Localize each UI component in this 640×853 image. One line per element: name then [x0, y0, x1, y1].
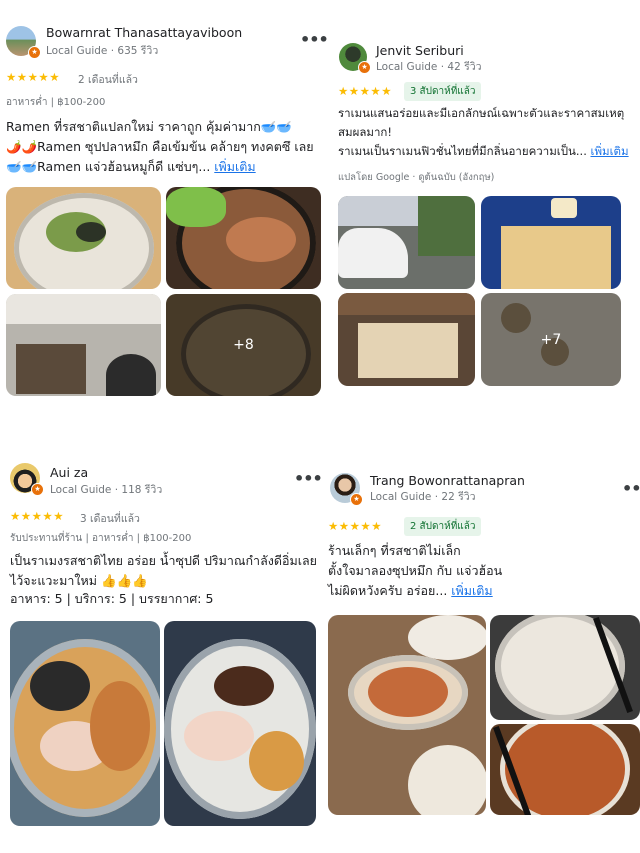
sub-ratings: อาหาร: 5 | บริการ: 5 | บรรยากาศ: 5	[10, 591, 214, 606]
review-photo[interactable]	[338, 196, 475, 289]
reviewer-name[interactable]: Bowarnrat Thanasattayaviboon	[46, 25, 242, 40]
review-text: Ramen ที่รสชาติแปลกใหม่ ราคาถูก คุ้มค่าม…	[6, 117, 314, 177]
review-meta: อาหารค่ำ | ฿100-200	[6, 97, 106, 108]
rating-stars: ★★★★★	[6, 70, 61, 84]
review-date: 2 เดือนที่แล้ว	[78, 74, 138, 86]
reviewer-stats: Local Guide · 42 รีวิว	[376, 61, 482, 73]
review-line: ราเมนแสนอร่อยและมีเอกลักษณ์เฉพาะตัวและรา…	[338, 106, 625, 120]
more-options-icon[interactable]: •••	[622, 479, 640, 498]
local-guide-icon: ★	[31, 483, 44, 496]
read-more-link[interactable]: เพิ่มเติม	[591, 144, 629, 158]
rating-stars: ★★★★★	[338, 84, 393, 98]
review-photo[interactable]	[6, 294, 161, 396]
review-card-bowarnrat: ★ Bowarnrat Thanasattayaviboon Local Gui…	[0, 18, 330, 408]
local-guide-icon: ★	[28, 46, 41, 59]
review-photo[interactable]	[338, 293, 475, 386]
review-photo[interactable]	[490, 724, 640, 815]
more-photos-count: +7	[481, 293, 621, 386]
review-date-badge: 2 สัปดาห์ที่แล้ว	[404, 517, 482, 536]
more-options-icon[interactable]: •••	[300, 30, 329, 49]
reviewer-name[interactable]: Aui za	[50, 465, 88, 480]
review-text: ร้านเล็กๆ ที่รสชาติไม่เล็ก ตั้งใจมาลองซุ…	[328, 541, 502, 601]
review-line: 🥣🥣Ramen แจ่วฮ้อนหมูก็ดี แซ่บๆ...	[6, 159, 211, 174]
review-line: Ramen ที่รสชาติแปลกใหม่ ราคาถูก คุ้มค่าม…	[6, 119, 292, 134]
read-more-link[interactable]: เพิ่มเติม	[214, 159, 255, 174]
review-photo[interactable]	[166, 187, 321, 289]
review-text: ราเมนแสนอร่อยและมีเอกลักษณ์เฉพาะตัวและรา…	[338, 104, 629, 161]
review-line: ไม่ผิดหวังครับ อร่อย...	[328, 583, 448, 598]
review-photo[interactable]	[481, 196, 621, 289]
review-photo[interactable]	[10, 621, 160, 826]
review-photo-more[interactable]: +8	[166, 294, 321, 396]
reviewer-stats: Local Guide · 118 รีวิว	[50, 484, 163, 496]
review-text: เป็นราเมงรสชาติไทย อร่อย น้ำซุปดี ปริมาณ…	[10, 551, 317, 591]
reviewer-name[interactable]: Jenvit Seriburi	[376, 43, 464, 58]
review-line: ตั้งใจมาลองซุปหมึก กับ แจ่วฮ้อน	[328, 563, 503, 578]
review-card-jenvit: ★ Jenvit Seriburi Local Guide · 42 รีวิว…	[332, 34, 640, 394]
rating-stars: ★★★★★	[10, 509, 65, 523]
review-photo[interactable]	[164, 621, 316, 826]
review-photo-more[interactable]: +7	[481, 293, 621, 386]
review-line: 🌶️🌶️Ramen ซุปปลาหมึก คือเข้มข้น คล้ายๆ ท…	[6, 139, 314, 154]
review-line: สมผลมาก!	[338, 125, 392, 139]
rating-stars: ★★★★★	[328, 519, 383, 533]
review-line: ราเมนเป็นราเมนฟิวชั่นไทยที่มีกลิ่นอายควา…	[338, 144, 587, 158]
translation-note[interactable]: แปลโดย Google · ดูต้นฉบับ (อังกฤษ)	[338, 170, 494, 185]
reviewer-stats: Local Guide · 635 รีวิว	[46, 45, 159, 57]
review-line: ไว้จะแวะมาใหม่ 👍👍👍	[10, 573, 148, 588]
local-guide-icon: ★	[350, 493, 363, 506]
read-more-link[interactable]: เพิ่มเติม	[451, 583, 492, 598]
reviewer-stats: Local Guide · 22 รีวิว	[370, 491, 476, 503]
review-card-trang: ★ Trang Bowonrattanapran Local Guide · 2…	[324, 465, 640, 840]
review-line: ร้านเล็กๆ ที่รสชาติไม่เล็ก	[328, 543, 461, 558]
review-photo[interactable]	[6, 187, 161, 289]
review-line: เป็นราเมงรสชาติไทย อร่อย น้ำซุปดี ปริมาณ…	[10, 553, 317, 568]
reviewer-name[interactable]: Trang Bowonrattanapran	[370, 473, 525, 488]
review-date: 3 เดือนที่แล้ว	[80, 513, 140, 525]
more-photos-count: +8	[166, 294, 321, 396]
more-options-icon[interactable]: •••	[294, 469, 323, 488]
review-card-aui: ★ Aui za Local Guide · 118 รีวิว ••• ★★★…	[0, 455, 330, 840]
review-date-badge: 3 สัปดาห์ที่แล้ว	[404, 82, 482, 101]
review-meta: รับประทานที่ร้าน | อาหารค่ำ | ฿100-200	[10, 533, 192, 544]
review-photo[interactable]	[490, 615, 640, 720]
local-guide-icon: ★	[358, 61, 371, 74]
review-photo[interactable]	[328, 615, 486, 815]
